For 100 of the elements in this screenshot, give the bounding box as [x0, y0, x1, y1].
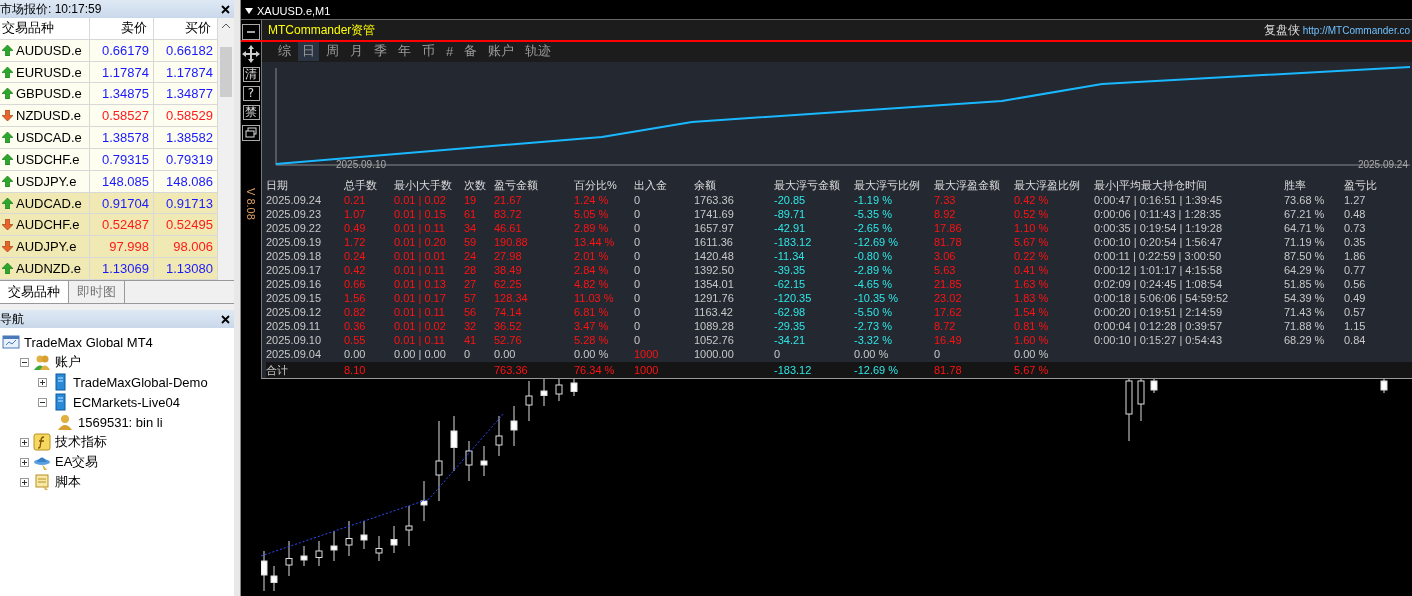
tree-item[interactable]: EA交易: [55, 453, 99, 471]
tab[interactable]: 轨迹: [521, 41, 556, 62]
table-cell-text: 0.41 %: [1014, 264, 1050, 276]
candle: [1137, 379, 1145, 422]
table-cell-text: -183.12: [774, 364, 813, 376]
candle: [1125, 379, 1133, 442]
website-link[interactable]: http://MTCommander.co: [1302, 24, 1410, 36]
side-button[interactable]: ?: [242, 86, 260, 101]
minimize-button[interactable]: [242, 23, 260, 41]
table-cell-text: 2025.09.15: [266, 292, 323, 304]
table-cell-text: 0.01 | 0.02: [394, 194, 447, 206]
tree-item[interactable]: 技术指标: [55, 433, 107, 451]
table-cell-text: -1.19 %: [854, 194, 893, 206]
close-icon[interactable]: [221, 314, 230, 324]
table-cell-text: -34.21: [774, 334, 807, 346]
expand-icon[interactable]: [38, 377, 47, 387]
tree-item[interactable]: 脚本: [55, 473, 81, 491]
table-cell-text: 1392.50: [694, 264, 735, 276]
dropdown-icon[interactable]: [245, 8, 253, 14]
table-cell-text: 1052.76: [694, 334, 735, 346]
tab[interactable]: 综: [274, 41, 295, 62]
expand-icon[interactable]: [20, 477, 29, 487]
column-header: 盈亏比: [1344, 177, 1378, 193]
table-cell-text: 0.49: [1344, 292, 1367, 304]
table-cell-text: 59: [464, 236, 478, 248]
table-cell-text: 2025.09.17: [266, 264, 323, 276]
table-cell-text: 1657.97: [694, 222, 735, 234]
close-icon[interactable]: [221, 4, 230, 14]
table-cell-text: 0.22 %: [1014, 250, 1050, 262]
table-cell-text: 0:00:10 | 0:15:27 | 0:54:43: [1094, 334, 1224, 346]
table-cell-text: 0: [634, 250, 642, 262]
table-cell-text: 0.42: [344, 264, 367, 276]
column-header: 最小|平均最大持仓时间: [1094, 177, 1208, 193]
scrollbar[interactable]: [218, 18, 234, 280]
side-button[interactable]: 禁: [242, 105, 260, 120]
tree-item[interactable]: 1569531: bin li: [78, 414, 163, 430]
column-header[interactable]: 交易品种: [0, 18, 90, 39]
restore-button[interactable]: [242, 124, 260, 142]
table-cell-text: -2.65 %: [854, 222, 893, 234]
tab[interactable]: 备: [460, 41, 482, 62]
column-header: 最大浮盈比例: [1014, 177, 1081, 193]
tab[interactable]: 日: [298, 41, 319, 62]
table-cell-text: 763.36: [494, 364, 529, 376]
column-header: 次数: [464, 177, 487, 193]
tab[interactable]: #: [442, 42, 458, 60]
tree-item[interactable]: ECMarkets-Live04: [73, 394, 180, 410]
table-cell-text: 2025.09.12: [266, 306, 323, 318]
table-cell-text: -62.15: [774, 278, 807, 290]
table-cell-text: 0.42 %: [1014, 194, 1050, 206]
bid-price: 1.34875: [90, 83, 154, 105]
table-cell-text: 0:00:11 | 0:22:59 | 3:00:50: [1094, 250, 1223, 262]
table-cell-text: 0.00 %: [574, 348, 610, 360]
table-cell-text: 190.88: [494, 236, 529, 248]
expand-icon[interactable]: [20, 457, 29, 467]
tab[interactable]: 年: [394, 41, 415, 62]
table-cell-text: 71.19 %: [1284, 236, 1326, 248]
tree-item[interactable]: TradeMaxGlobal-Demo: [73, 374, 208, 390]
scrollbar-thumb[interactable]: [220, 47, 232, 97]
tab[interactable]: 月: [346, 41, 367, 62]
table-cell-text: 74.14: [494, 306, 523, 318]
table-cell-text: 2025.09.24: [266, 194, 323, 206]
table-cell-text: 68.29 %: [1284, 334, 1326, 346]
candle: [450, 415, 458, 472]
table-cell-text: 1089.28: [694, 320, 735, 332]
move-icon[interactable]: [242, 45, 260, 63]
table-cell-text: 62.25: [494, 278, 523, 290]
table-cell-text: 16.49: [934, 334, 963, 346]
collapse-icon[interactable]: [38, 397, 47, 407]
table-cell-text: -120.35: [774, 292, 813, 304]
table-cell-text: 23.02: [934, 292, 963, 304]
table-cell-text: 0: [774, 348, 782, 360]
tab[interactable]: 币: [418, 41, 439, 62]
column-header: 最大浮亏金额: [774, 177, 841, 193]
scroll-up-icon[interactable]: [221, 21, 231, 31]
table-cell-text: -39.35: [774, 264, 807, 276]
table-cell-text: 3.47 %: [574, 320, 610, 332]
tab[interactable]: 交易品种: [0, 281, 69, 303]
tab[interactable]: 季: [370, 41, 391, 62]
expand-icon[interactable]: [20, 437, 29, 447]
table-cell-text: 2025.09.11: [266, 320, 322, 332]
tree-item[interactable]: 账户: [55, 353, 81, 371]
tree-item[interactable]: TradeMax Global MT4: [24, 334, 153, 350]
candle: [390, 525, 398, 554]
table-cell-text: 2025.09.10: [266, 334, 323, 346]
table-cell-text: -62.98: [774, 306, 807, 318]
panel-title: 市场报价: 10:17:59: [0, 0, 102, 18]
side-button[interactable]: 清: [242, 67, 260, 82]
table-cell-text: -5.35 %: [854, 208, 893, 220]
bid-price: 0.58527: [90, 105, 154, 127]
table-cell-text: 56: [464, 306, 478, 318]
collapse-icon[interactable]: [20, 357, 29, 367]
table-cell-text: 8.92: [934, 208, 957, 220]
candle: [315, 540, 323, 567]
table-cell-text: 0.73: [1344, 222, 1367, 234]
candle: [285, 540, 293, 577]
table-cell-text: 32: [464, 320, 478, 332]
tab[interactable]: 账户: [484, 41, 519, 62]
tab[interactable]: 周: [322, 41, 343, 62]
table-cell-text: 0: [634, 334, 642, 346]
table-cell-text: -42.91: [774, 222, 807, 234]
